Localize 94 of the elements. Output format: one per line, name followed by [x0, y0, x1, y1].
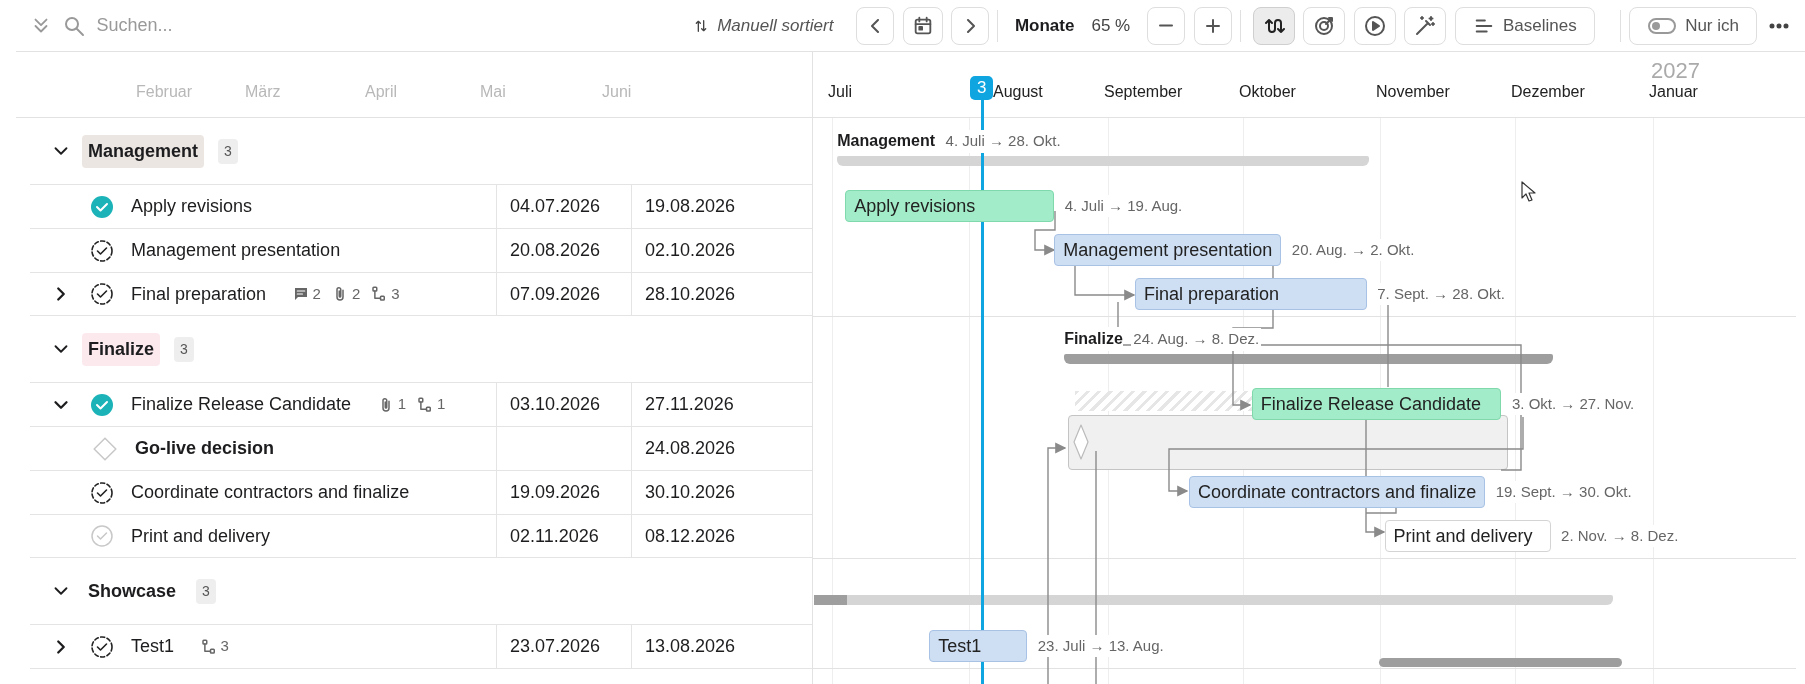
year-label: 2027 — [1651, 57, 1700, 85]
play-icon — [1362, 13, 1387, 38]
date-cell: 20.08.2026 — [496, 229, 631, 272]
month-label: Dezember — [1511, 82, 1585, 102]
summary-label: Finalize — [1064, 327, 1123, 351]
dependency-arrow — [1034, 210, 1056, 256]
next-button[interactable] — [951, 6, 990, 45]
magic-wand-icon — [1413, 13, 1438, 38]
date-range-text: 24. Aug. → 8. Dez. — [1131, 328, 1262, 351]
previous-button[interactable] — [856, 6, 895, 45]
dashed-check-icon[interactable] — [90, 238, 114, 263]
task-bar[interactable]: Print and delivery — [1384, 520, 1551, 552]
month-label: Oktober — [1239, 82, 1296, 102]
count-text: 3 — [220, 636, 229, 657]
date-cell: 08.12.2026 — [631, 515, 812, 557]
task-name[interactable]: Coordinate contractors and finalize — [131, 479, 410, 506]
count-text: 3 — [391, 283, 400, 304]
date-range-text: 19. Sept. → 30. Okt. — [1493, 480, 1634, 504]
task-bar[interactable]: Finalize Release Candidate — [1251, 388, 1502, 420]
month-label: Juni — [602, 82, 632, 102]
date-cell: 13.08.2026 — [631, 625, 812, 668]
date-cell: 19.08.2026 — [631, 185, 812, 228]
task-bar[interactable]: Apply revisions — [845, 190, 1055, 222]
date-cell: 19.09.2026 — [496, 471, 631, 514]
check-circle-icon[interactable] — [90, 524, 114, 548]
sort-button[interactable]: Manuell sortiert — [686, 11, 840, 40]
month-label: November — [1376, 82, 1450, 102]
count-text: 1 — [397, 394, 406, 415]
date-cell: 07.09.2026 — [496, 273, 631, 315]
minus-icon — [1159, 24, 1174, 27]
chevron-left-icon — [870, 18, 880, 33]
task-name[interactable]: Test1 — [131, 633, 175, 660]
date-range-text: 20. Aug. → 2. Okt. — [1289, 238, 1417, 262]
done-check-icon[interactable] — [90, 392, 114, 417]
pointer-cursor-icon — [1520, 180, 1536, 202]
month-label: Februar — [136, 82, 193, 102]
count-text: 2 — [312, 283, 321, 304]
month-label: März — [245, 82, 281, 102]
dashed-check-icon[interactable] — [90, 480, 114, 505]
date-cell: 02.10.2026 — [631, 229, 812, 272]
group-tag[interactable]: Finalize — [82, 332, 160, 366]
date-range-text: 23. Juli → 13. Aug. — [1035, 634, 1166, 658]
task-name[interactable]: Finalize Release Candidate — [131, 391, 352, 418]
count-badge: 3 — [196, 578, 216, 604]
zoom-level-text: 65 % — [1091, 14, 1131, 37]
dashed-check-icon[interactable] — [90, 634, 114, 659]
baselines-button[interactable]: Baselines — [1454, 6, 1595, 45]
date-cell: 23.07.2026 — [496, 625, 631, 668]
dashed-check-icon[interactable] — [90, 282, 114, 306]
play-button[interactable] — [1353, 6, 1396, 45]
filter-toggle-button[interactable]: Nur ich — [1629, 6, 1757, 45]
zoom-in-button[interactable] — [1193, 6, 1232, 45]
group-tag[interactable]: Management — [82, 134, 205, 168]
task-bar[interactable]: Final preparation — [1135, 278, 1367, 310]
date-range-text: 4. Juli → 28. Okt. — [943, 130, 1063, 153]
date-cell: 27.11.2026 — [631, 383, 812, 426]
month-label: April — [365, 82, 397, 102]
dependency-arrow — [1074, 264, 1136, 301]
date-cell: 30.10.2026 — [631, 471, 812, 514]
date-range-text: 7. Sept. → 28. Okt. — [1375, 282, 1507, 306]
date-cell: 02.11.2026 — [496, 515, 631, 557]
target-button[interactable] — [1303, 6, 1346, 45]
dependencies-button[interactable] — [1252, 6, 1295, 45]
date-cell: 04.07.2026 — [496, 185, 631, 228]
task-bar[interactable]: Management presentation — [1054, 234, 1282, 266]
subtask-icon — [199, 637, 218, 656]
count-text: 2 — [351, 283, 361, 304]
date-cell: 03.10.2026 — [496, 383, 631, 426]
date-cell: 28.10.2026 — [631, 273, 812, 315]
plus-icon — [1205, 18, 1220, 33]
month-label: August — [993, 82, 1043, 102]
task-bar[interactable]: Test1 — [929, 630, 1028, 662]
count-badge: 3 — [218, 138, 238, 164]
date-range-text: 2. Nov. → 8. Dez. — [1559, 524, 1681, 548]
count-badge: 3 — [174, 336, 194, 362]
month-label: September — [1104, 82, 1183, 102]
zoom-unit-label: Monate — [1014, 14, 1075, 37]
month-label: Mai — [480, 82, 506, 102]
done-check-icon[interactable] — [90, 194, 114, 219]
subtask-icon — [416, 395, 434, 414]
task-name[interactable]: Management presentation — [131, 237, 341, 264]
group-tag[interactable]: Showcase — [82, 574, 183, 608]
count-text: 1 — [437, 394, 446, 415]
task-name[interactable]: Final preparation — [131, 280, 267, 308]
date-cell: 24.08.2026 — [631, 427, 812, 470]
month-label: Januar — [1649, 82, 1698, 102]
task-name[interactable]: Go-live decision — [135, 435, 275, 462]
month-label: Juli — [828, 82, 852, 102]
task-name[interactable]: Apply revisions — [131, 193, 253, 220]
diamond-icon — [92, 435, 118, 462]
chevron-right-icon — [965, 18, 975, 33]
today-button[interactable] — [902, 6, 943, 45]
task-name[interactable]: Print and delivery — [131, 522, 271, 550]
magic-wand-button[interactable] — [1404, 6, 1447, 45]
